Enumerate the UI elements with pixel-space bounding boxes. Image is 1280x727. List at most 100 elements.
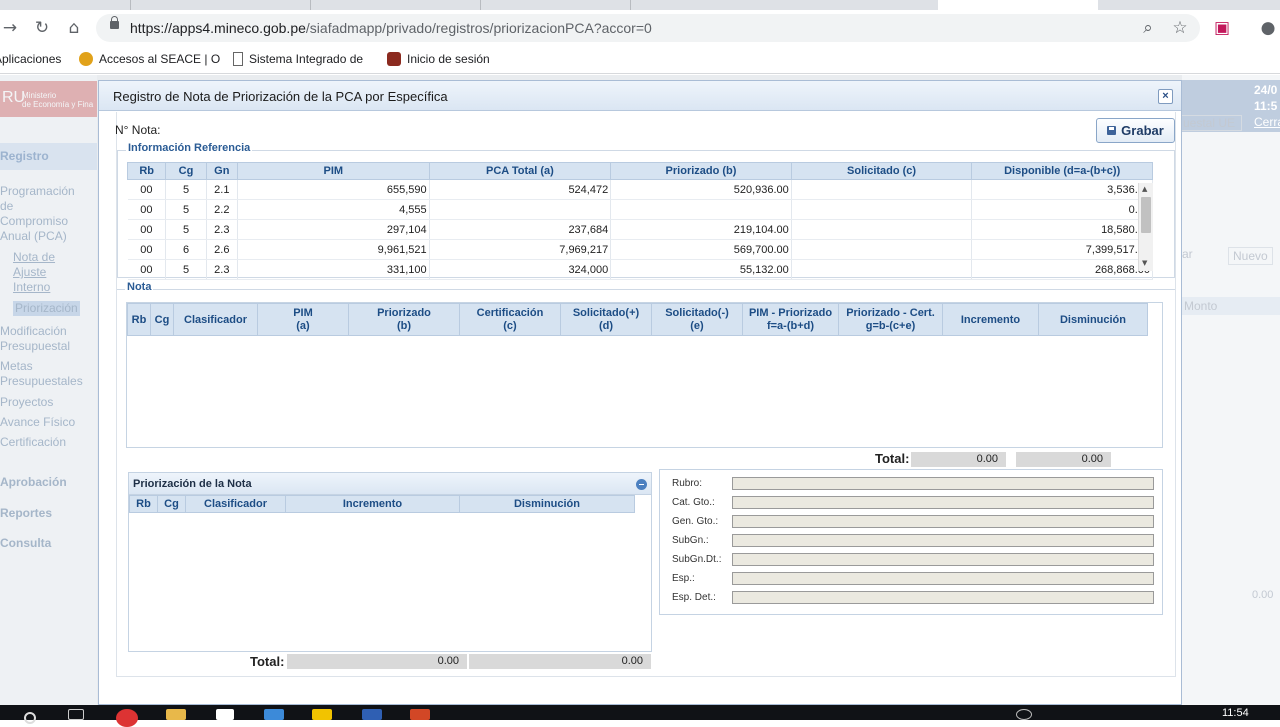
table-cell: 6 (165, 239, 207, 260)
browser-tab[interactable] (310, 0, 480, 10)
esp-field[interactable] (732, 572, 1154, 585)
address-bar[interactable]: https://apps4.mineco.gob.pe/siafadmapp/p… (96, 14, 1200, 42)
subgn-field[interactable] (732, 534, 1154, 547)
table-cell: 524,472 (429, 179, 612, 200)
table-cell: 5 (165, 199, 207, 220)
rubro-field[interactable] (732, 477, 1154, 490)
scroll-thumb[interactable] (1141, 197, 1151, 233)
bg-time: 11:5 (1254, 99, 1278, 113)
table-cell: 569,700.00 (610, 239, 792, 260)
app-taskbar-icon[interactable] (312, 709, 332, 720)
app-taskbar-icon[interactable] (216, 709, 234, 720)
cat-gto-field[interactable] (732, 496, 1154, 509)
col-solicitado-minus[interactable]: Solicitado(-) (e) (651, 303, 743, 336)
table-cell: 9,961,521 (237, 239, 430, 260)
nota-number-label: N° Nota: (115, 123, 161, 137)
gen-gto-field[interactable] (732, 515, 1154, 528)
col-disminucion[interactable]: Disminución (1038, 303, 1148, 336)
bookmark-label: Sistema Integrado de (249, 52, 364, 66)
esp-det-field[interactable] (732, 591, 1154, 604)
nota-fieldset: Nota Rb Cg Clasificador PIM (a) Prioriza… (117, 281, 1175, 677)
info-ref-rows: 00 5 2.1 655,590 524,472 520,936.00 3,536.00 00… (127, 179, 1153, 280)
app-taskbar-icon[interactable] (410, 709, 430, 720)
subgn-dt-field[interactable] (732, 553, 1154, 566)
table-cell: 55,132.00 (610, 259, 792, 280)
taskbar-clock[interactable]: 11:54 (1222, 707, 1249, 719)
info-ref-legend: Información Referencia (126, 142, 253, 154)
table-row[interactable]: 00 5 2.3 297,104 237,684 219,104.00 18,580.00 (127, 219, 1153, 240)
col-disponible[interactable]: Disponible (d=a-(b+c)) (971, 162, 1153, 180)
star-icon[interactable]: ☆ (1170, 18, 1190, 38)
forward-icon[interactable]: → (0, 18, 20, 38)
table-cell: 297,104 (237, 219, 430, 240)
col-incremento[interactable]: Incremento (285, 495, 460, 513)
col-priorizado[interactable]: Priorizado (b) (610, 162, 792, 180)
bookmark-sistema[interactable]: Sistema Integrado de (233, 52, 363, 66)
search-icon[interactable]: ⌕ (1138, 18, 1158, 38)
scroll-down-icon[interactable]: ▼ (1142, 259, 1147, 267)
table-row[interactable]: 00 5 2.1 655,590 524,472 520,936.00 3,536.00 (127, 179, 1153, 200)
app-taskbar-icon[interactable] (362, 709, 382, 720)
col-priorizado[interactable]: Priorizado (b) (348, 303, 460, 336)
col-rb[interactable]: Rb (127, 303, 151, 336)
col-clasificador[interactable]: Clasificador (185, 495, 286, 513)
col-solicitado-plus[interactable]: Solicitado(+) (d) (560, 303, 652, 336)
browser-tab[interactable] (130, 0, 310, 10)
col-rb[interactable]: Rb (129, 495, 158, 513)
table-cell: 5 (165, 179, 207, 200)
label-gen-gto: Gen. Gto.: (672, 516, 719, 527)
bookmark-seace[interactable]: Accesos al SEACE | O (79, 52, 220, 66)
chrome-taskbar-icon[interactable] (116, 709, 138, 727)
bg-nav-metas: Metas Presupuestales (0, 359, 83, 388)
col-cg[interactable]: Cg (150, 303, 174, 336)
url-path: /siafadmapp/privado/registros/priorizaci… (305, 20, 652, 36)
col-solicitado[interactable]: Solicitado (c) (790, 162, 973, 180)
col-cg[interactable]: Cg (165, 162, 207, 180)
table-cell: 3,536.00 (971, 179, 1153, 200)
reload-icon[interactable]: ↻ (32, 18, 52, 38)
bg-nav-avance: Avance Físico (0, 415, 76, 429)
col-incremento[interactable]: Incremento (942, 303, 1039, 336)
bookmark-login[interactable]: Inicio de sesión (387, 52, 490, 66)
nota-grid: Rb Cg Clasificador PIM (a) Priorizado (b… (126, 302, 1163, 448)
col-pca-total[interactable]: PCA Total (a) (428, 162, 612, 180)
col-pim[interactable]: PIM (a) (257, 303, 349, 336)
app-taskbar-icon[interactable] (264, 709, 284, 720)
url-text[interactable]: https://apps4.mineco.gob.pe/siafadmapp/p… (130, 20, 652, 36)
collapse-icon[interactable] (636, 479, 647, 490)
col-pim[interactable]: PIM (236, 162, 430, 180)
seace-icon (79, 52, 93, 66)
browser-tab[interactable] (630, 0, 780, 10)
folder-taskbar-icon[interactable] (166, 709, 186, 720)
table-row[interactable]: 00 6 2.6 9,961,521 7,969,217 569,700.00 7,399,… (127, 239, 1153, 260)
table-row[interactable]: 0052.24,555 0.00 (127, 199, 1153, 220)
table-cell: 2.2 (206, 199, 238, 220)
account-icon[interactable]: ● (1258, 18, 1278, 38)
col-pim-priorizado[interactable]: PIM - Priorizado f=a-(b+d) (742, 303, 839, 336)
extension-icon[interactable]: ▣ (1212, 18, 1232, 38)
bookmark-apps[interactable]: Aplicaciones (0, 52, 61, 66)
browser-tab[interactable] (480, 0, 630, 10)
dialog-header: Registro de Nota de Priorización de la P… (99, 81, 1181, 111)
col-clasificador[interactable]: Clasificador (173, 303, 258, 336)
label-rubro: Rubro: (672, 478, 703, 489)
col-priorizado-cert[interactable]: Priorizado - Cert. g=b-(c+e) (838, 303, 943, 336)
browser-tab-active[interactable] (938, 0, 1098, 10)
home-icon[interactable]: ⌂ (64, 18, 84, 38)
col-rb[interactable]: Rb (126, 162, 167, 180)
col-certificacion[interactable]: Certificación (c) (459, 303, 561, 336)
info-ref-scrollbar[interactable]: ▲ ▼ (1138, 183, 1153, 271)
task-view-icon[interactable] (68, 709, 84, 720)
table-row[interactable]: 00 5 2.3 331,100 324,000 55,132.00 268,868.00 (127, 259, 1153, 280)
save-button[interactable]: Grabar (1096, 118, 1175, 143)
col-cg[interactable]: Cg (157, 495, 186, 513)
start-search-icon[interactable] (24, 712, 36, 724)
scroll-up-icon[interactable]: ▲ (1142, 185, 1147, 193)
table-cell: 2.1 (206, 179, 238, 200)
col-gn[interactable]: Gn (205, 162, 238, 180)
bookmark-label: Aplicaciones (0, 52, 62, 66)
col-disminucion[interactable]: Disminución (459, 495, 635, 513)
table-cell: 00 (127, 199, 167, 220)
close-icon[interactable]: × (1158, 89, 1173, 104)
tray-icon[interactable] (1016, 709, 1032, 720)
